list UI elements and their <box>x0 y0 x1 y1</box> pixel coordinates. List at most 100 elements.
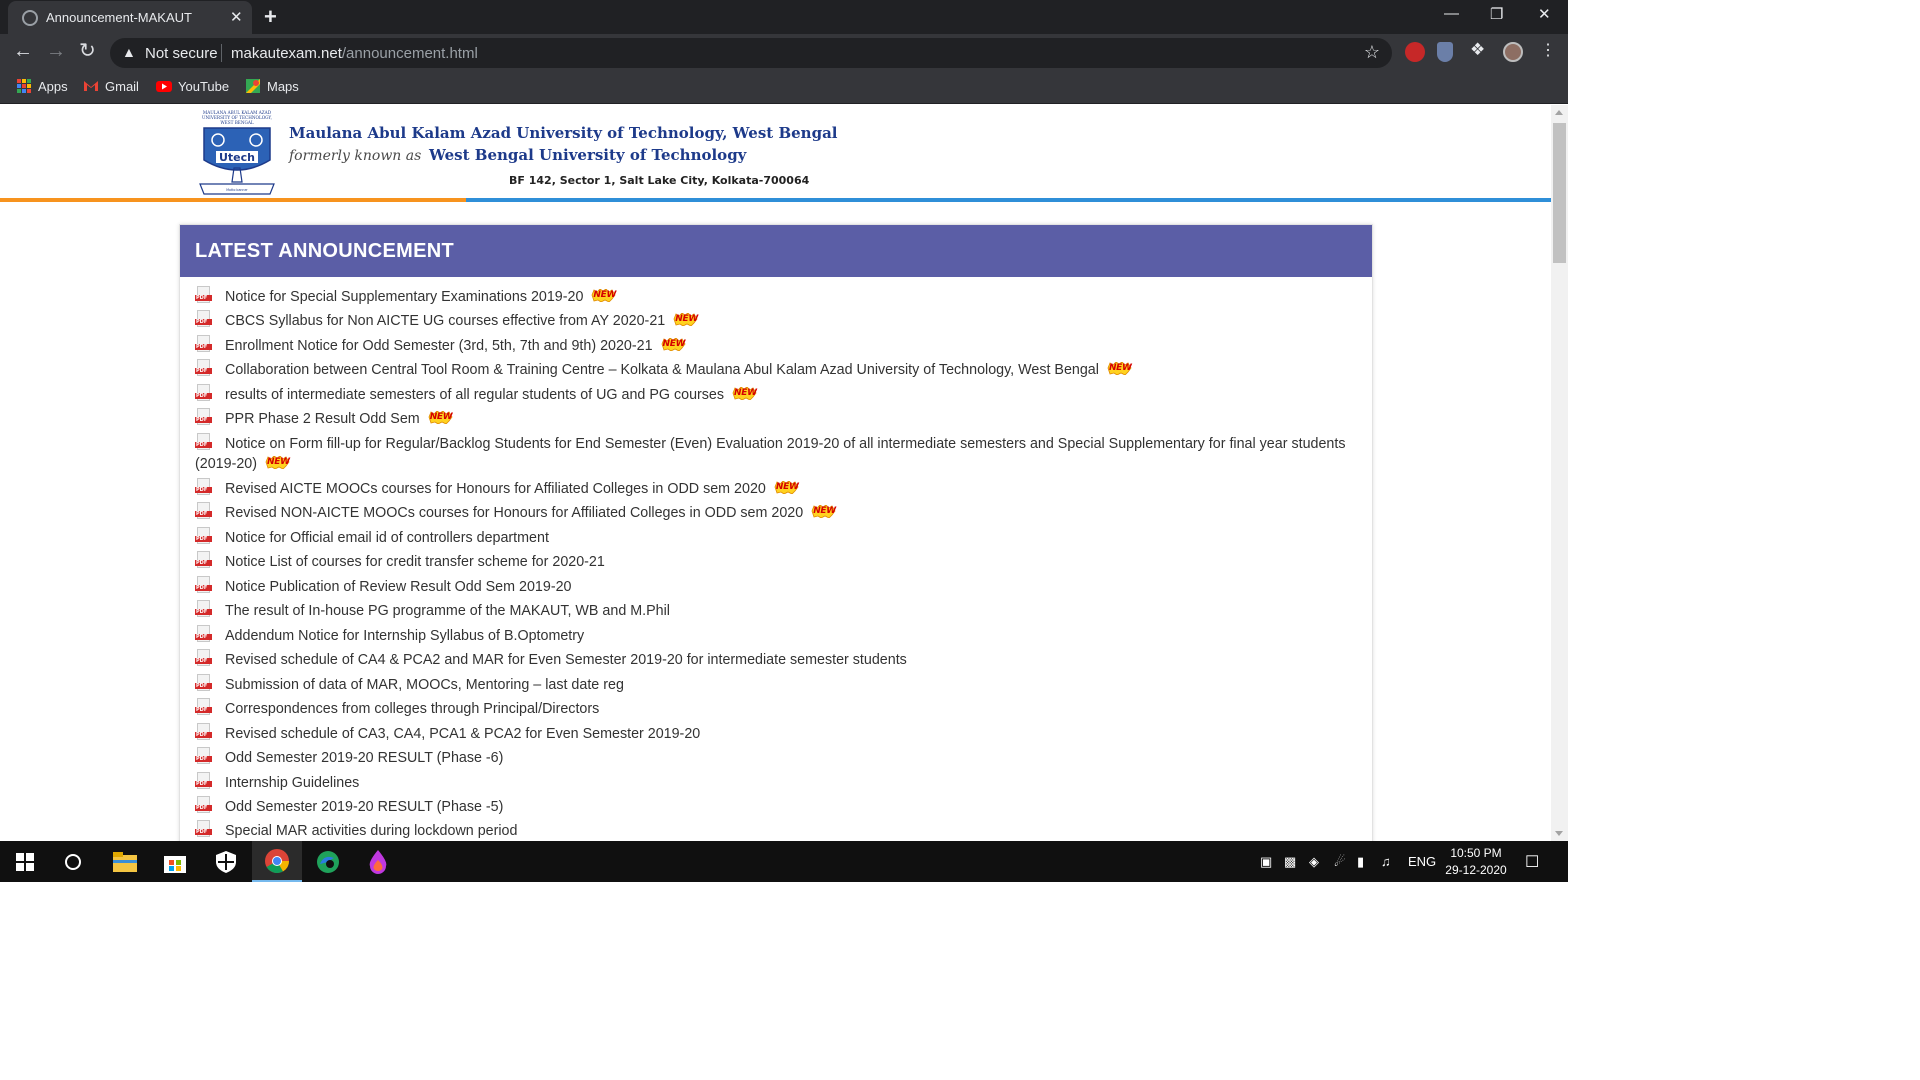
security-status[interactable]: Not secure <box>145 45 218 62</box>
chrome-icon[interactable] <box>252 841 302 882</box>
search-circle-icon[interactable] <box>48 841 98 882</box>
announcement-item[interactable]: PDF Revised NON-AICTE MOOCs courses for H… <box>195 502 1352 523</box>
wifi-tray-icon[interactable]: ☄ <box>1334 854 1346 870</box>
file-explorer-icon[interactable] <box>100 841 150 882</box>
edge-icon[interactable] <box>303 841 353 882</box>
warning-triangle-icon[interactable]: ▲ <box>122 44 136 60</box>
defender-tray-icon[interactable]: ◈ <box>1309 854 1319 870</box>
close-window-button[interactable]: ✕ <box>1538 5 1551 23</box>
pdf-icon[interactable]: PDF <box>195 526 213 546</box>
announcement-item[interactable]: PDF Notice on Form fill-up for Regular/Ba… <box>195 432 1352 475</box>
announcement-link[interactable]: Submission of data of MAR, MOOCs, Mentor… <box>225 677 624 693</box>
announcement-link[interactable]: Revised schedule of CA3, CA4, PCA1 & PCA… <box>225 726 700 742</box>
announcement-link[interactable]: Addendum Notice for Internship Syllabus … <box>225 628 584 644</box>
profile-avatar-icon[interactable] <box>1503 42 1523 62</box>
announcement-link[interactable]: Notice for Special Supplementary Examina… <box>225 289 583 305</box>
bookmark-star-icon[interactable]: ☆ <box>1364 42 1380 63</box>
minimize-button[interactable]: — <box>1444 5 1459 22</box>
announcement-link[interactable]: CBCS Syllabus for Non AICTE UG courses e… <box>225 313 665 329</box>
windows-start-icon[interactable] <box>0 841 50 882</box>
pdf-icon[interactable]: PDF <box>195 551 213 570</box>
announcement-item[interactable]: PDF The result of In-house PG programme o… <box>195 600 1352 621</box>
pdf-icon[interactable]: PDF <box>195 624 213 644</box>
announcement-item[interactable]: PDF Notice for Official email id of contr… <box>195 526 1352 548</box>
pdf-icon[interactable]: PDF <box>195 698 213 717</box>
page-scrollbar[interactable] <box>1551 105 1568 841</box>
address-bar[interactable]: ▲ Not secure makautexam.net/announcement… <box>110 38 1392 68</box>
new-tab-button[interactable]: + <box>264 4 277 30</box>
pdf-icon[interactable]: PDF <box>195 649 213 668</box>
pdf-icon[interactable]: PDF <box>195 334 213 354</box>
announcement-item[interactable]: PDF Odd Semester 2019-20 RESULT (Phase -6… <box>195 747 1352 768</box>
announcement-item[interactable]: PDF Revised schedule of CA4 & PCA2 and MA… <box>195 649 1352 670</box>
color-drop-icon[interactable] <box>353 841 403 882</box>
announcement-item[interactable]: PDF Notice Publication of Review Result O… <box>195 575 1352 597</box>
security-shield-icon[interactable] <box>201 841 251 882</box>
pdf-icon[interactable]: PDF <box>195 310 213 329</box>
notification-icon[interactable]: ☐ <box>1525 852 1539 872</box>
reload-icon[interactable]: ↻ <box>79 41 96 61</box>
shield-extension-icon[interactable] <box>1437 42 1453 62</box>
pdf-icon[interactable]: PDF <box>195 575 213 595</box>
pdf-icon[interactable]: PDF <box>195 432 213 452</box>
bookmark-gmail[interactable]: Gmail <box>83 78 139 94</box>
url-text[interactable]: makautexam.net/announcement.html <box>231 45 478 62</box>
announcement-link[interactable]: Collaboration between Central Tool Room … <box>225 362 1099 378</box>
announcement-link[interactable]: Odd Semester 2019-20 RESULT (Phase -6) <box>225 750 503 766</box>
announcement-link[interactable]: Notice List of courses for credit transf… <box>225 554 605 570</box>
pdf-icon[interactable]: PDF <box>195 820 213 839</box>
adblock-icon[interactable] <box>1405 42 1425 62</box>
language-indicator[interactable]: ENG <box>1408 854 1436 869</box>
announcement-link[interactable]: Internship Guidelines <box>225 775 359 791</box>
pdf-icon[interactable]: PDF <box>195 600 213 619</box>
pdf-icon[interactable]: PDF <box>195 673 213 693</box>
pdf-icon[interactable]: PDF <box>195 408 213 427</box>
announcement-link[interactable]: Notice for Official email id of controll… <box>225 530 549 546</box>
announcement-link[interactable]: Special MAR activities during lockdown p… <box>225 823 517 839</box>
announcement-item[interactable]: PDF Correspondences from colleges through… <box>195 698 1352 719</box>
pdf-icon[interactable]: PDF <box>195 383 213 403</box>
announcement-item[interactable]: PDF Notice for Special Supplementary Exam… <box>195 286 1352 307</box>
announcement-item[interactable]: PDF Submission of data of MAR, MOOCs, Men… <box>195 673 1352 695</box>
puzzle-extensions-icon[interactable]: ❖ <box>1470 40 1490 60</box>
announcement-item[interactable]: PDF Revised schedule of CA3, CA4, PCA1 & … <box>195 722 1352 744</box>
forward-arrow-icon[interactable]: → <box>46 41 66 61</box>
network-tray-icon[interactable]: ▣ <box>1260 854 1272 870</box>
store-icon[interactable] <box>150 841 200 882</box>
announcement-item[interactable]: PDF Internship Guidelines <box>195 771 1352 793</box>
close-tab-icon[interactable]: ✕ <box>230 8 243 26</box>
pdf-icon[interactable]: PDF <box>195 477 213 497</box>
scrollbar-thumb[interactable] <box>1553 123 1566 263</box>
pdf-icon[interactable]: PDF <box>195 771 213 791</box>
announcement-item[interactable]: PDF Odd Semester 2019-20 RESULT (Phase -5… <box>195 795 1352 817</box>
back-arrow-icon[interactable]: ← <box>13 41 33 61</box>
announcement-item[interactable]: PDF Special MAR activities during lockdow… <box>195 820 1352 841</box>
pdf-icon[interactable]: PDF <box>195 502 213 521</box>
announcement-link[interactable]: Odd Semester 2019-20 RESULT (Phase -5) <box>225 799 503 815</box>
pdf-icon[interactable]: PDF <box>195 795 213 815</box>
battery-tray-icon[interactable]: ▮ <box>1357 854 1364 870</box>
announcement-item[interactable]: PDF Revised AICTE MOOCs courses for Honou… <box>195 477 1352 499</box>
restore-button[interactable]: ❐ <box>1490 5 1503 23</box>
pdf-icon[interactable]: PDF <box>195 286 213 305</box>
announcement-item[interactable]: PDF CBCS Syllabus for Non AICTE UG course… <box>195 310 1352 331</box>
announcement-link[interactable]: Revised schedule of CA4 & PCA2 and MAR f… <box>225 652 907 668</box>
announcement-item[interactable]: PDF results of intermediate semesters of … <box>195 383 1352 405</box>
announcement-item[interactable]: PDF Notice List of courses for credit tra… <box>195 551 1352 572</box>
scroll-down-arrow-icon[interactable] <box>1555 831 1563 836</box>
announcement-link[interactable]: Correspondences from colleges through Pr… <box>225 701 599 717</box>
bookmark-youtube[interactable]: YouTube <box>156 78 229 94</box>
announcement-link[interactable]: Notice on Form fill-up for Regular/Backl… <box>195 436 1346 472</box>
announcement-item[interactable]: PDF Enrollment Notice for Odd Semester (3… <box>195 334 1352 356</box>
announcement-link[interactable]: The result of In-house PG programme of t… <box>225 603 670 619</box>
announcement-link[interactable]: Revised NON-AICTE MOOCs courses for Hono… <box>225 505 803 521</box>
volume-tray-icon[interactable]: ♫ <box>1381 854 1391 869</box>
announcement-link[interactable]: Notice Publication of Review Result Odd … <box>225 579 571 595</box>
scroll-up-arrow-icon[interactable] <box>1555 110 1563 115</box>
announcement-link[interactable]: results of intermediate semesters of all… <box>225 387 724 403</box>
announcement-link[interactable]: Revised AICTE MOOCs courses for Honours … <box>225 481 766 497</box>
announcement-item[interactable]: PDF Collaboration between Central Tool Ro… <box>195 359 1352 380</box>
announcement-item[interactable]: PDF PPR Phase 2 Result Odd Sem NEW <box>195 408 1352 429</box>
bookmark-maps[interactable]: Maps <box>245 78 299 94</box>
announcement-item[interactable]: PDF Addendum Notice for Internship Syllab… <box>195 624 1352 646</box>
